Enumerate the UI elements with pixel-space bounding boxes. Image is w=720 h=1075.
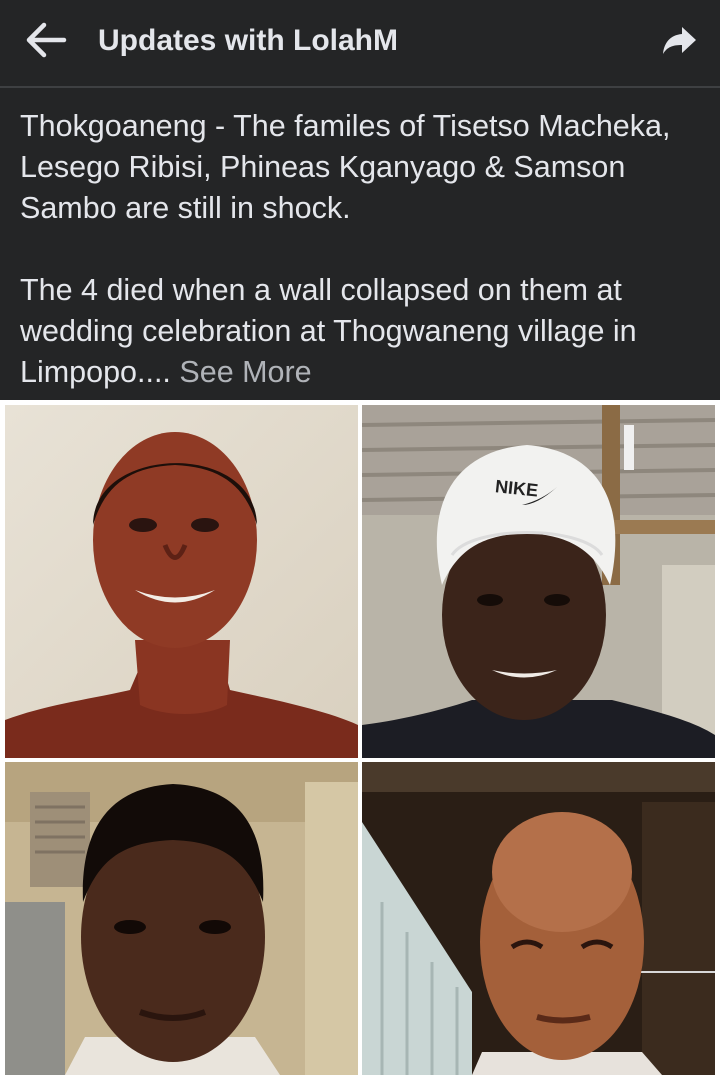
photo-4-image <box>362 762 715 1075</box>
share-arrow-icon <box>663 27 696 54</box>
post-text: Thokgoaneng - The familes of Tisetso Mac… <box>0 88 720 400</box>
see-more-link[interactable]: See More <box>179 355 311 389</box>
page-title: Updates with LolahM <box>98 24 398 57</box>
photo-3[interactable] <box>5 762 358 1075</box>
top-bar: Updates with LolahM <box>0 0 720 86</box>
share-button[interactable] <box>652 16 708 64</box>
back-button[interactable] <box>20 18 72 62</box>
photo-1-image <box>5 405 358 758</box>
post-paragraph-2: The 4 died when a wall collapsed on them… <box>20 270 702 393</box>
photo-1[interactable] <box>5 405 358 758</box>
photo-4[interactable] <box>362 762 715 1075</box>
post-paragraph-1: Thokgoaneng - The familes of Tisetso Mac… <box>20 109 671 225</box>
arrow-left-icon <box>26 22 67 58</box>
photo-2[interactable]: NIKE <box>362 405 715 758</box>
photo-grid: NIKE <box>0 400 720 1075</box>
photo-3-image <box>5 762 358 1075</box>
post-paragraph-2-text: The 4 died when a wall collapsed on them… <box>20 273 637 389</box>
photo-2-image: NIKE <box>362 405 715 758</box>
